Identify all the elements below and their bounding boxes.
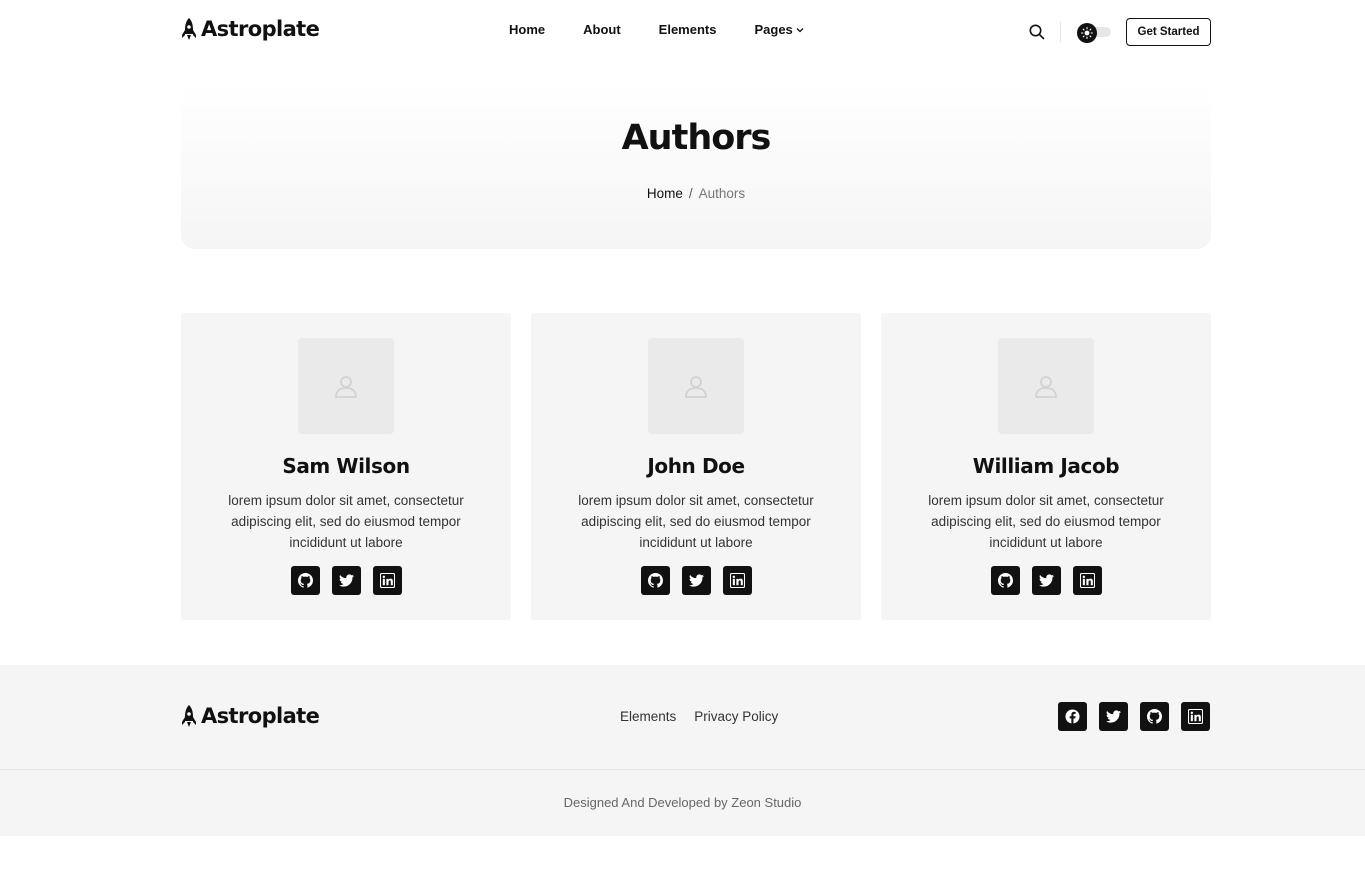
author-name[interactable]: William Jacob — [881, 454, 1211, 478]
user-placeholder-icon — [682, 372, 710, 400]
brand-logo[interactable]: Astroplate — [181, 17, 320, 41]
github-icon — [298, 573, 313, 588]
nav-about-label: About — [583, 22, 621, 37]
avatar[interactable] — [998, 338, 1094, 434]
nav-home-label: Home — [509, 22, 546, 37]
nav-about[interactable]: About — [583, 22, 621, 37]
user-placeholder-icon — [1032, 372, 1060, 400]
breadcrumb-current: Authors — [698, 186, 746, 201]
author-name[interactable]: Sam Wilson — [181, 454, 511, 478]
header-divider — [1060, 22, 1061, 42]
main-nav: Home About Elements Pages — [509, 22, 842, 37]
github-link[interactable] — [1140, 702, 1169, 731]
page-title: Authors — [621, 118, 772, 158]
rocket-icon — [181, 17, 197, 41]
github-icon — [998, 573, 1013, 588]
linkedin-icon — [730, 573, 745, 588]
breadcrumb-home[interactable]: Home — [647, 186, 683, 201]
twitter-link[interactable] — [331, 566, 361, 595]
nav-home[interactable]: Home — [509, 22, 545, 37]
footer-link-privacy-policy[interactable]: Privacy Policy — [694, 709, 778, 724]
author-socials — [181, 566, 511, 595]
get-started-button[interactable]: Get Started — [1126, 18, 1211, 46]
avatar[interactable] — [648, 338, 744, 434]
twitter-link[interactable] — [1031, 566, 1061, 595]
author-bio: lorem ipsum dolor sit amet, consectetur … — [228, 493, 464, 550]
github-icon — [1147, 709, 1162, 724]
author-bio: lorem ipsum dolor sit amet, consectetur … — [928, 493, 1164, 550]
github-link[interactable] — [990, 566, 1020, 595]
copyright-text: Designed And Developed by Zeon Studio — [563, 795, 802, 810]
linkedin-link[interactable] — [1181, 702, 1210, 731]
linkedin-link[interactable] — [722, 566, 752, 595]
author-socials — [881, 566, 1211, 595]
sun-icon — [1081, 27, 1093, 39]
footer-socials — [1058, 702, 1210, 731]
theme-toggle-knob — [1077, 23, 1097, 43]
author-card: Sam Wilson lorem ipsum dolor sit amet, c… — [181, 313, 511, 620]
linkedin-icon — [380, 573, 395, 588]
author-name[interactable]: John Doe — [531, 454, 861, 478]
chevron-down-icon — [796, 27, 804, 32]
facebook-icon — [1065, 709, 1080, 724]
site-footer: Astroplate Elements Privacy Policy Desig… — [0, 665, 1365, 836]
twitter-icon — [1106, 709, 1121, 724]
site-header: Astroplate Home About Elements Pages Get… — [181, 0, 1211, 64]
user-placeholder-icon — [332, 372, 360, 400]
nav-elements-label: Elements — [658, 22, 717, 37]
nav-pages-label: Pages — [754, 22, 793, 37]
footer-links: Elements Privacy Policy — [620, 709, 778, 724]
github-link[interactable] — [640, 566, 670, 595]
author-socials — [531, 566, 861, 595]
twitter-link[interactable] — [681, 566, 711, 595]
breadcrumb: Home / Authors — [181, 186, 1211, 201]
footer-link-elements[interactable]: Elements — [620, 709, 676, 724]
github-link[interactable] — [290, 566, 320, 595]
linkedin-icon — [1080, 573, 1095, 588]
page-hero: Authors Home / Authors — [181, 80, 1211, 249]
search-icon[interactable] — [1028, 23, 1046, 41]
twitter-link[interactable] — [1099, 702, 1128, 731]
author-bio: lorem ipsum dolor sit amet, consectetur … — [578, 493, 814, 550]
footer-divider — [0, 769, 1365, 770]
avatar[interactable] — [298, 338, 394, 434]
github-icon — [648, 573, 663, 588]
author-card: John Doe lorem ipsum dolor sit amet, con… — [531, 313, 861, 620]
footer-brand-name: Astroplate — [201, 704, 320, 728]
twitter-icon — [339, 573, 354, 588]
author-card: William Jacob lorem ipsum dolor sit amet… — [881, 313, 1211, 620]
twitter-icon — [1039, 573, 1054, 588]
footer-brand-logo[interactable]: Astroplate — [181, 704, 320, 728]
facebook-link[interactable] — [1058, 702, 1087, 731]
linkedin-link[interactable] — [1072, 566, 1102, 595]
brand-name: Astroplate — [201, 17, 320, 41]
nav-elements[interactable]: Elements — [659, 22, 717, 37]
nav-pages-dropdown[interactable]: Pages — [754, 22, 804, 37]
rocket-icon — [181, 704, 197, 728]
linkedin-link[interactable] — [372, 566, 402, 595]
breadcrumb-separator: / — [688, 186, 693, 201]
theme-toggle[interactable] — [1077, 23, 1111, 43]
twitter-icon — [689, 573, 704, 588]
linkedin-icon — [1188, 709, 1203, 724]
